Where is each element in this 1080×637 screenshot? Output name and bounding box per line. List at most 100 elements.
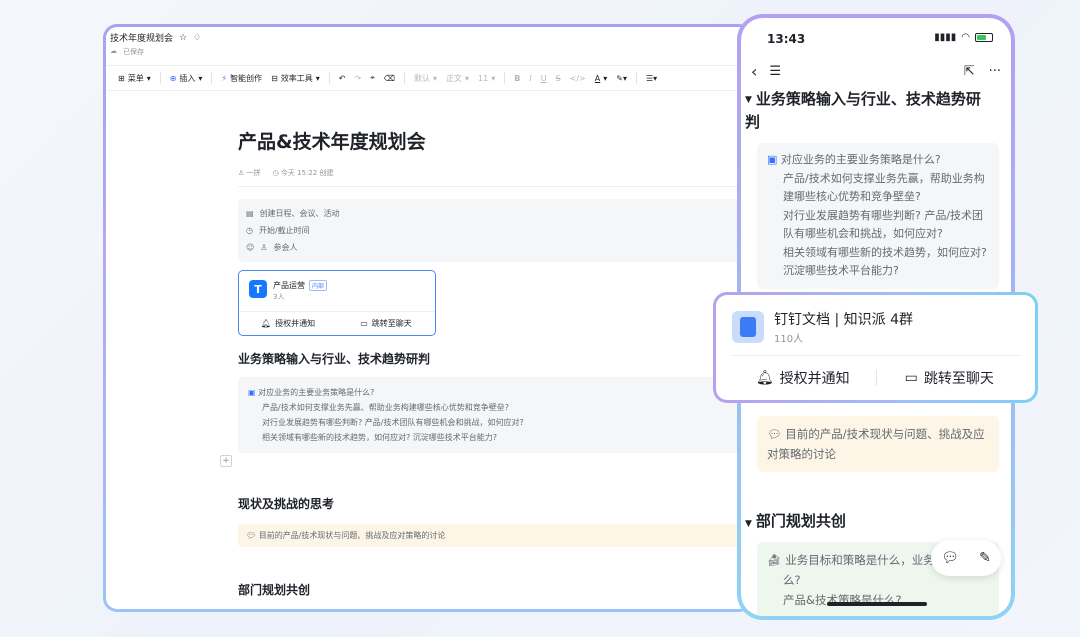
user-icon: ♙ <box>238 169 247 177</box>
back-icon[interactable]: ‹ <box>751 62 757 81</box>
create-event-label: 创建日程、会议、活动 <box>259 209 340 218</box>
style-label: 默认 <box>414 73 431 83</box>
question-line: 产品/技术如何支撑业务先赢、帮助业务构建哪些核心优势和竞争壁垒? <box>262 403 509 412</box>
phone-section-title: 部门规划共创 <box>755 512 846 530</box>
speech-bubble-icon: 💬︎ <box>246 531 259 540</box>
menu-button[interactable]: ⊞ 菜单 ▾ <box>118 73 151 84</box>
jump-label: 跳转至聊天 <box>371 319 412 328</box>
create-event-row[interactable]: ▤ 创建日程、会议、活动 <box>246 205 740 222</box>
time-row[interactable]: ◷ 开始/截止时间 <box>246 222 740 239</box>
calendar-icon: ▤ <box>246 209 254 218</box>
authorize-notify-button[interactable]: 🔔︎ 授权并通知 <box>730 356 876 399</box>
font-size-select[interactable]: 11 ▾ <box>478 74 495 83</box>
phone-status-callout[interactable]: 💬︎ 目前的产品/技术现状与问题、挑战及应对策略的讨论 <box>757 416 999 472</box>
bell-icon: 🔔︎ <box>755 369 774 386</box>
plus-circle-icon: ⊕ <box>169 73 177 83</box>
question-text: 对应业务的主要业务策略是什么? <box>780 153 941 166</box>
format-painter-button[interactable]: ⌖ <box>370 73 375 83</box>
saved-status: 已保存 <box>123 48 144 56</box>
desktop-window: 技术年度规划会 ☆ ♢ ☁ 已保存 ⊞ 菜单 ▾ ⊕ 插入 ▾ ⚡ 智能创作 ⊟ 效率工具 ▾… <box>106 27 750 609</box>
section-heading-status[interactable]: 现状及挑战的思考 <box>238 495 750 512</box>
phone-nav-bar: ‹ ☰ ⇱ ··· <box>751 62 1001 81</box>
add-block-button[interactable]: + <box>220 455 232 467</box>
created-label: 今天 15:22 创建 <box>280 169 334 177</box>
question-line: ▣ 对应业务的主要业务策略是什么? <box>248 385 738 400</box>
style-select[interactable]: 默认 ▾ <box>414 73 437 84</box>
author[interactable]: ♙ 一拼 <box>238 168 261 178</box>
question-text: 对应业务的主要业务策略是什么? <box>258 388 375 397</box>
more-icon[interactable]: ··· <box>989 64 1001 79</box>
bold-button[interactable]: B <box>514 74 520 83</box>
code-button[interactable]: </> <box>570 74 586 83</box>
goal-line: 产品&技术策略是什么? <box>783 593 902 607</box>
bell-icon[interactable]: ♢ <box>193 33 201 43</box>
floating-card-actions: 🔔︎ 授权并通知 ▭ 跳转至聊天 <box>730 355 1022 399</box>
comment-icon[interactable]: 💬︎ <box>941 550 959 566</box>
font-select[interactable]: 正文 ▾ <box>446 73 469 84</box>
redo-button[interactable]: ↷ <box>354 74 361 83</box>
signal-icon: ▮▮▮▮ <box>934 32 957 43</box>
collapse-triangle-icon[interactable]: ▼ <box>745 519 752 529</box>
floating-group-card-frame: 钉钉文档 | 知识派 4群 110人 🔔︎ 授权并通知 ▭ 跳转至聊天 <box>713 292 1038 403</box>
divider <box>504 72 506 84</box>
insert-button[interactable]: ⊕ 插入 ▾ <box>170 73 203 84</box>
group-icon: T <box>249 280 267 298</box>
floating-group-card[interactable]: 钉钉文档 | 知识派 4群 110人 🔔︎ 授权并通知 ▭ 跳转至聊天 <box>716 295 1035 400</box>
italic-button[interactable]: I <box>529 74 531 83</box>
authorize-notify-button[interactable]: 🔔︎ 授权并通知 <box>239 312 337 335</box>
question-line: 相关领域有哪些新的技术趋势，如何应对? 沉淀哪些技术平台能力? <box>262 433 498 442</box>
edit-icon[interactable]: ✎ <box>979 550 991 566</box>
floating-member-count: 110人 <box>774 334 804 345</box>
clear-format-button[interactable]: ⌫ <box>384 74 395 83</box>
doc-tab-title[interactable]: 技术年度规划会 <box>110 31 173 44</box>
underline-button[interactable]: U <box>541 74 547 83</box>
divider <box>404 72 406 84</box>
undo-button[interactable]: ↶ <box>339 74 346 83</box>
section-heading-strategy[interactable]: 业务策略输入与行业、技术趋势研判 <box>238 350 750 367</box>
speech-bubble-icon: 💬︎ <box>767 427 786 441</box>
status-callout[interactable]: 💬︎ 目前的产品/技术现状与问题、挑战及应对策略的讨论 <box>238 524 748 547</box>
group-card[interactable]: T 产品运营 内部 3人 🔔︎ 授权并通知 ▭ 跳转至聊天 <box>238 270 436 336</box>
created-time: ◷ 今天 15:22 创建 <box>273 168 334 178</box>
outline-icon[interactable]: ☰ <box>769 64 781 79</box>
highlight-button[interactable]: ✎▾ <box>616 74 627 83</box>
share-icon[interactable]: ⇱ <box>964 64 975 79</box>
jump-to-chat-button[interactable]: ▭ 跳转至聊天 <box>877 356 1023 399</box>
group-name-row: 产品运营 内部 <box>273 280 328 291</box>
chevron-down-icon: ▾ <box>146 73 151 83</box>
page-title[interactable]: 产品&技术年度规划会 <box>238 127 750 154</box>
phone-section-heading-planning[interactable]: ▼ 部门规划共创 <box>745 510 846 531</box>
question-line: 相关领域有哪些新的技术趋势，如何应对? 沉淀哪些技术平台能力? <box>783 245 987 278</box>
word-doc-icon: ▣ <box>248 388 259 397</box>
cake-icon: 🍰︎ <box>767 553 786 567</box>
jump-to-chat-button[interactable]: ▭ 跳转至聊天 <box>337 312 435 335</box>
divider <box>328 72 330 84</box>
ai-create-button[interactable]: ⚡ 智能创作 <box>221 73 262 84</box>
phone-section-title: 业务策略输入与行业、技术趋势研判 <box>745 90 981 131</box>
insert-label: 插入 <box>179 73 196 83</box>
questions-callout[interactable]: ▣ 对应业务的主要业务策略是什么? 产品/技术如何支撑业务先赢、帮助业务构建哪些… <box>238 377 748 453</box>
editor-toolbar: ⊞ 菜单 ▾ ⊕ 插入 ▾ ⚡ 智能创作 ⊟ 效率工具 ▾ ↶ ↷ ⌖ ⌫ 默认 ▾ 正文 ▾ 1… <box>106 65 750 91</box>
strikethrough-button[interactable]: S <box>556 74 561 83</box>
phone-section-heading-strategy[interactable]: ▼ 业务策略输入与行业、技术趋势研判 <box>745 88 995 133</box>
chevron-down-icon: ▾ <box>198 73 203 83</box>
title-bar: 技术年度规划会 ☆ ♢ ☁ 已保存 <box>110 31 201 57</box>
phone-questions-callout[interactable]: ▣ 对应业务的主要业务策略是什么? 产品/技术如何支撑业务先赢，帮助业务构建哪些… <box>757 143 999 289</box>
wifi-icon: ◠ <box>961 32 970 43</box>
status-note: 目前的产品/技术现状与问题、挑战及应对策略的讨论 <box>258 531 446 540</box>
toolbox-icon: ⊟ <box>271 73 278 83</box>
text-color-button[interactable]: A ▾ <box>595 74 608 83</box>
attendees-row[interactable]: ☺ ♙ 参会人 <box>246 239 740 256</box>
magic-wand-icon: ⚡ <box>221 73 228 83</box>
chat-icon: ▭ <box>904 369 918 386</box>
divider <box>635 72 637 84</box>
doc-group-icon <box>732 311 764 343</box>
star-icon[interactable]: ☆ <box>179 33 187 43</box>
ai-create-label: 智能创作 <box>230 73 263 83</box>
internal-tag: 内部 <box>309 280 328 291</box>
list-button[interactable]: ☰▾ <box>646 74 657 83</box>
person-icon: ☺ <box>246 243 255 252</box>
collapse-triangle-icon[interactable]: ▼ <box>745 95 752 105</box>
section-heading-planning[interactable]: 部门规划共创 <box>238 581 750 598</box>
efficiency-tools-button[interactable]: ⊟ 效率工具 ▾ <box>271 73 320 84</box>
